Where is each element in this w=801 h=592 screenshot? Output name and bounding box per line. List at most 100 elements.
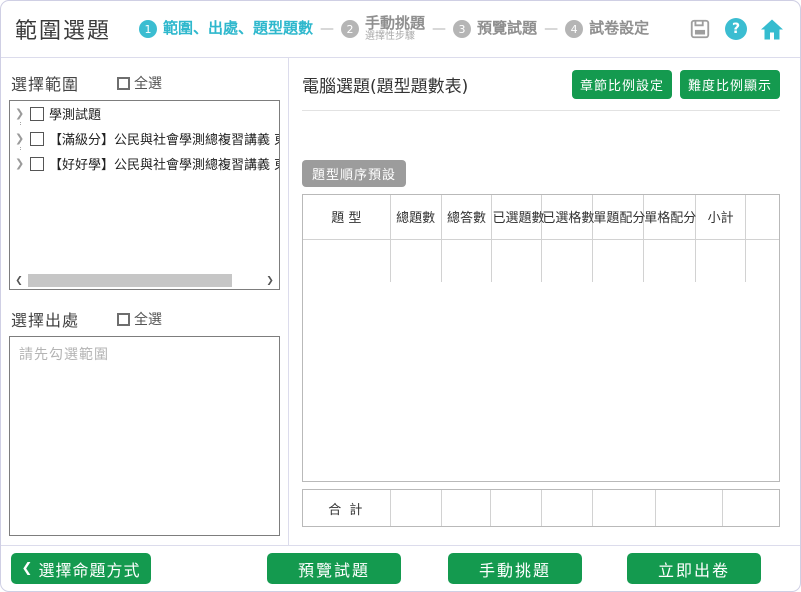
type-order-default-button[interactable]: 題型順序預設 (302, 160, 406, 187)
table-header-row: 題 型 總題數 總答數 已選題數 已選格數 單題配分 單格配分 小計 (303, 195, 779, 239)
range-select-all-label: 全選 (134, 73, 162, 93)
source-section-header: 選擇出處 全選 (11, 307, 278, 331)
preview-questions-button[interactable]: 預覽試題 (267, 553, 401, 584)
content-area: 選擇範圍 全選 ❯ 學測試題 ❯ 【滿級分】公民與社會學測總複習講義 (1, 58, 800, 545)
tree-item-checkbox[interactable] (30, 107, 44, 121)
expand-chevron-icon[interactable]: ❯ (15, 132, 27, 145)
tree-item[interactable]: ❯ 【好好學】公民與社會學測總複習講義 東大 (10, 151, 279, 176)
total-cell (656, 490, 723, 526)
range-section-title: 選擇範圍 (11, 71, 79, 95)
table-cell (303, 239, 390, 282)
table-header-cell (746, 195, 779, 239)
step-indicator: 1 範圍、出處、題型題數 — 2 手動挑題 選擇性步驟 — 3 預覽試題 — 4… (139, 16, 688, 42)
range-section-header: 選擇範圍 全選 (11, 71, 278, 95)
total-row: 合 計 (303, 490, 779, 526)
table-header-cell: 已選格數 (542, 195, 593, 239)
table-cell (492, 239, 542, 282)
step-2[interactable]: 2 手動挑題 選擇性步驟 (341, 16, 425, 42)
step-separator: — (320, 21, 334, 37)
app-window: 範圍選題 1 範圍、出處、題型題數 — 2 手動挑題 選擇性步驟 — 3 預覽試… (0, 0, 801, 592)
step-2-label: 手動挑題 (365, 16, 425, 32)
back-to-method-button[interactable]: ❮ 選擇命題方式 (11, 553, 151, 584)
scroll-right-icon[interactable]: ❯ (263, 276, 277, 286)
expand-chevron-icon[interactable]: ❯ (15, 157, 27, 170)
question-type-table: 題 型 總題數 總答數 已選題數 已選格數 單題配分 單格配分 小計 (302, 194, 780, 482)
table-cell (746, 239, 779, 282)
bottom-bar: ❮ 選擇命題方式 預覽試題 手動挑題 立即出卷 (1, 545, 800, 591)
main-panel: 電腦選題(題型題數表) 章節比例設定 難度比例顯示 題型順序預設 題 型 總題數 (289, 58, 800, 545)
main-panel-title: 電腦選題(題型題數表) (302, 72, 468, 97)
scrollbar-track[interactable] (26, 274, 263, 287)
total-cell (542, 490, 593, 526)
table-header-cell: 題 型 (303, 195, 390, 239)
table-cell (542, 239, 593, 282)
table-header-cell: 已選題數 (492, 195, 542, 239)
range-select-all[interactable]: 全選 (117, 73, 162, 93)
step-3-number: 3 (453, 20, 471, 38)
range-select-all-checkbox[interactable] (117, 77, 130, 90)
source-placeholder: 請先勾選範圍 (19, 347, 109, 363)
back-chevron-icon: ❮ (22, 561, 34, 576)
tree-item[interactable]: ❯ 學測試題 (10, 101, 279, 126)
generate-exam-button[interactable]: 立即出卷 (627, 553, 761, 584)
source-select-all[interactable]: 全選 (117, 309, 162, 329)
total-cell (593, 490, 656, 526)
total-cell (441, 490, 491, 526)
horizontal-scrollbar[interactable]: ❮ ❯ (10, 272, 279, 289)
header-icons: ? (688, 17, 784, 41)
step-4[interactable]: 4 試卷設定 (565, 20, 649, 38)
total-cell (390, 490, 441, 526)
table-cell (696, 239, 746, 282)
home-icon[interactable] (760, 17, 784, 41)
step-4-label: 試卷設定 (589, 21, 649, 37)
table-cell (390, 239, 441, 282)
step-1-label: 範圍、出處、題型題數 (163, 21, 313, 37)
total-label-cell: 合 計 (303, 490, 390, 526)
source-list: 請先勾選範圍 (9, 336, 280, 536)
table-cell (593, 239, 644, 282)
scroll-left-icon[interactable]: ❮ (12, 276, 26, 286)
scrollbar-thumb[interactable] (28, 274, 232, 287)
save-icon[interactable] (688, 17, 712, 41)
tree-item-label[interactable]: 【好好學】公民與社會學測總複習講義 東大 (49, 154, 279, 173)
table-row (303, 239, 779, 282)
main-panel-header: 電腦選題(題型題數表) 章節比例設定 難度比例顯示 (302, 70, 780, 111)
total-cell (491, 490, 542, 526)
range-tree: ❯ 學測試題 ❯ 【滿級分】公民與社會學測總複習講義 東大 ❯ 【好好學】公民與… (9, 100, 280, 290)
tree-item-label[interactable]: 學測試題 (49, 104, 101, 123)
chapter-ratio-button[interactable]: 章節比例設定 (572, 70, 672, 99)
table-header-cell: 小計 (696, 195, 746, 239)
tree-item-checkbox[interactable] (30, 157, 44, 171)
total-cell (723, 490, 779, 526)
tree-item[interactable]: ❯ 【滿級分】公民與社會學測總複習講義 東大 (10, 126, 279, 151)
table-header-cell: 單題配分 (593, 195, 644, 239)
back-button-label: 選擇命題方式 (38, 557, 140, 581)
step-1-number: 1 (139, 20, 157, 38)
manual-pick-button[interactable]: 手動挑題 (448, 553, 582, 584)
source-section-title: 選擇出處 (11, 307, 79, 331)
page-title: 範圍選題 (15, 13, 111, 45)
step-2-sublabel: 選擇性步驟 (365, 32, 425, 43)
table-header-cell: 單格配分 (644, 195, 696, 239)
step-separator: — (544, 21, 558, 37)
step-1[interactable]: 1 範圍、出處、題型題數 (139, 20, 313, 38)
left-panel: 選擇範圍 全選 ❯ 學測試題 ❯ 【滿級分】公民與社會學測總複習講義 (1, 58, 289, 545)
difficulty-ratio-button[interactable]: 難度比例顯示 (680, 70, 780, 99)
source-select-all-label: 全選 (134, 309, 162, 329)
table-header-cell: 總題數 (390, 195, 441, 239)
step-3-label: 預覽試題 (477, 21, 537, 37)
tree-item-label[interactable]: 【滿級分】公民與社會學測總複習講義 東大 (49, 129, 279, 148)
app-header: 範圍選題 1 範圍、出處、題型題數 — 2 手動挑題 選擇性步驟 — 3 預覽試… (1, 1, 800, 58)
step-separator: — (432, 21, 446, 37)
step-4-number: 4 (565, 20, 583, 38)
step-3[interactable]: 3 預覽試題 (453, 20, 537, 38)
step-2-number: 2 (341, 20, 359, 38)
table-cell (441, 239, 492, 282)
main-header-buttons: 章節比例設定 難度比例顯示 (572, 70, 780, 99)
help-icon[interactable]: ? (725, 18, 747, 40)
table-header-cell: 總答數 (441, 195, 492, 239)
expand-chevron-icon[interactable]: ❯ (15, 107, 27, 120)
table-cell (644, 239, 696, 282)
source-select-all-checkbox[interactable] (117, 313, 130, 326)
tree-item-checkbox[interactable] (30, 132, 44, 146)
